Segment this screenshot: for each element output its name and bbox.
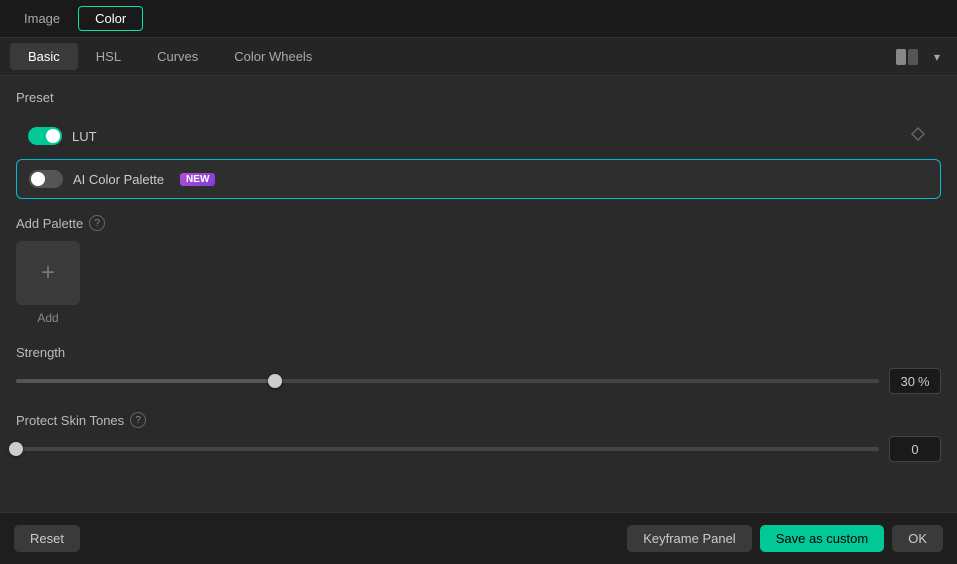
tab-image[interactable]: Image (8, 7, 76, 30)
strength-section: Strength 30 % (16, 345, 941, 394)
ok-button[interactable]: OK (892, 525, 943, 552)
add-palette-section-label: Add Palette ? (16, 215, 941, 231)
ai-color-palette-row: AI Color Palette NEW (16, 159, 941, 199)
diamond-icon[interactable] (911, 127, 929, 145)
tab-basic[interactable]: Basic (10, 43, 78, 70)
tab-hsl[interactable]: HSL (78, 43, 139, 70)
tab-color[interactable]: Color (78, 6, 143, 31)
ai-color-palette-label: AI Color Palette (73, 172, 164, 187)
tab-color-wheels[interactable]: Color Wheels (216, 43, 330, 70)
add-palette-button[interactable]: + (16, 241, 80, 305)
lut-row: LUT (16, 117, 941, 155)
protect-skin-tones-value-box[interactable]: 0 (889, 436, 941, 462)
strength-slider-track[interactable] (16, 379, 879, 383)
add-palette-info-icon[interactable]: ? (89, 215, 105, 231)
protect-skin-tones-info-icon[interactable]: ? (130, 412, 146, 428)
add-palette-label: Add (37, 311, 58, 325)
split-view-icon[interactable] (893, 46, 921, 68)
content-area: Preset LUT AI Color Palette NEW Add Pale… (0, 76, 957, 536)
chevron-down-icon[interactable]: ▾ (927, 46, 947, 68)
keyframe-panel-button[interactable]: Keyframe Panel (627, 525, 752, 552)
bottom-right-actions: Keyframe Panel Save as custom OK (627, 525, 943, 552)
protect-skin-tones-slider-track[interactable] (16, 447, 879, 451)
preset-label: Preset (16, 90, 941, 105)
protect-skin-tones-slider-row: 0 (16, 436, 941, 462)
protect-skin-tones-slider-thumb[interactable] (9, 442, 23, 456)
save-as-custom-button[interactable]: Save as custom (760, 525, 885, 552)
tab-curves[interactable]: Curves (139, 43, 216, 70)
secondary-tab-bar: Basic HSL Curves Color Wheels ▾ (0, 38, 957, 76)
strength-label: Strength (16, 345, 941, 360)
protect-skin-tones-section: Protect Skin Tones ? 0 (16, 412, 941, 462)
reset-button[interactable]: Reset (14, 525, 80, 552)
lut-toggle[interactable] (28, 127, 62, 145)
new-badge: NEW (180, 173, 215, 186)
protect-skin-tones-label: Protect Skin Tones ? (16, 412, 941, 428)
strength-slider-thumb[interactable] (268, 374, 282, 388)
lut-label: LUT (72, 129, 97, 144)
bottom-bar: Reset Keyframe Panel Save as custom OK (0, 512, 957, 564)
top-tab-bar: Image Color (0, 0, 957, 38)
ai-color-palette-toggle[interactable] (29, 170, 63, 188)
add-palette-item[interactable]: + Add (16, 241, 80, 325)
strength-slider-row: 30 % (16, 368, 941, 394)
strength-value-box[interactable]: 30 % (889, 368, 941, 394)
add-palette-grid: + Add (16, 241, 941, 325)
